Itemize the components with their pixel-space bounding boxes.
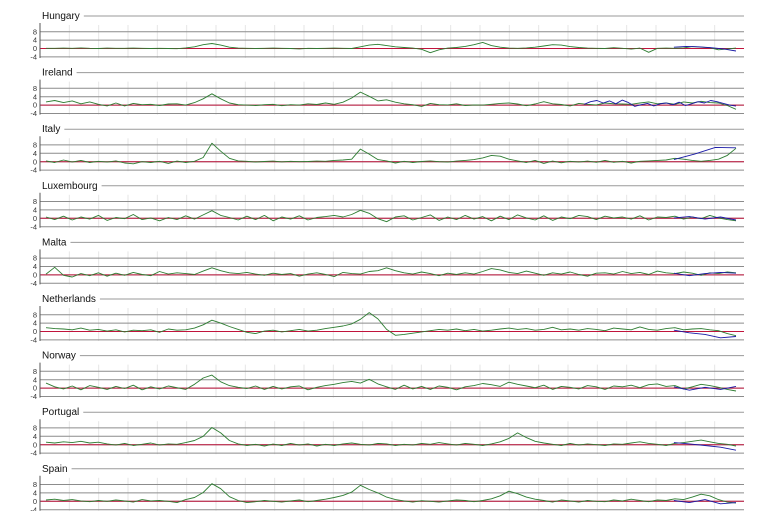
y-tick-label: -4: [30, 279, 37, 288]
panel-title: Spain: [42, 464, 68, 475]
y-tick-label: -4: [30, 53, 37, 62]
series-line-green: [45, 266, 737, 278]
series-line-green: [46, 41, 737, 54]
chart-panel: 840-4Italy: [30, 124, 744, 175]
panel-title: Malta: [42, 237, 67, 248]
panel-title: Netherlands: [42, 294, 96, 305]
y-tick-label: -4: [30, 505, 37, 511]
small-multiples-chart: 840-4Hungary840-4Ireland840-4Italy840-4L…: [30, 11, 744, 511]
series-line-green: [45, 91, 737, 110]
chart-panel: 840-4Luxembourg: [30, 181, 744, 231]
chart-panel: 840-4Spain: [30, 464, 744, 511]
y-tick-label: -4: [30, 109, 37, 118]
panel-title: Norway: [42, 351, 76, 362]
chart-panel: 840-4Ireland: [30, 68, 744, 118]
panel-title: Hungary: [42, 11, 80, 22]
chart-panel: 840-4Hungary: [30, 11, 744, 62]
y-tick-label: -4: [30, 166, 37, 175]
panel-title: Luxembourg: [42, 181, 98, 192]
chart-panel: 840-4Malta: [30, 237, 744, 288]
y-tick-label: -4: [30, 222, 37, 231]
y-tick-label: -4: [30, 392, 37, 401]
panel-title: Italy: [42, 124, 60, 135]
series-line-green: [45, 312, 737, 337]
series-line-blue: [673, 442, 737, 451]
y-tick-label: -4: [30, 336, 37, 345]
y-tick-label: -4: [30, 449, 37, 458]
series-line-green: [45, 209, 737, 223]
panel-title: Portugal: [42, 407, 79, 418]
chart-panel: 840-4Netherlands: [30, 294, 744, 345]
panel-title: Ireland: [42, 68, 73, 79]
chart-panel: 840-4Norway: [30, 351, 744, 401]
series-line-green: [45, 374, 737, 392]
chart-panel: 840-4Portugal: [30, 407, 744, 458]
